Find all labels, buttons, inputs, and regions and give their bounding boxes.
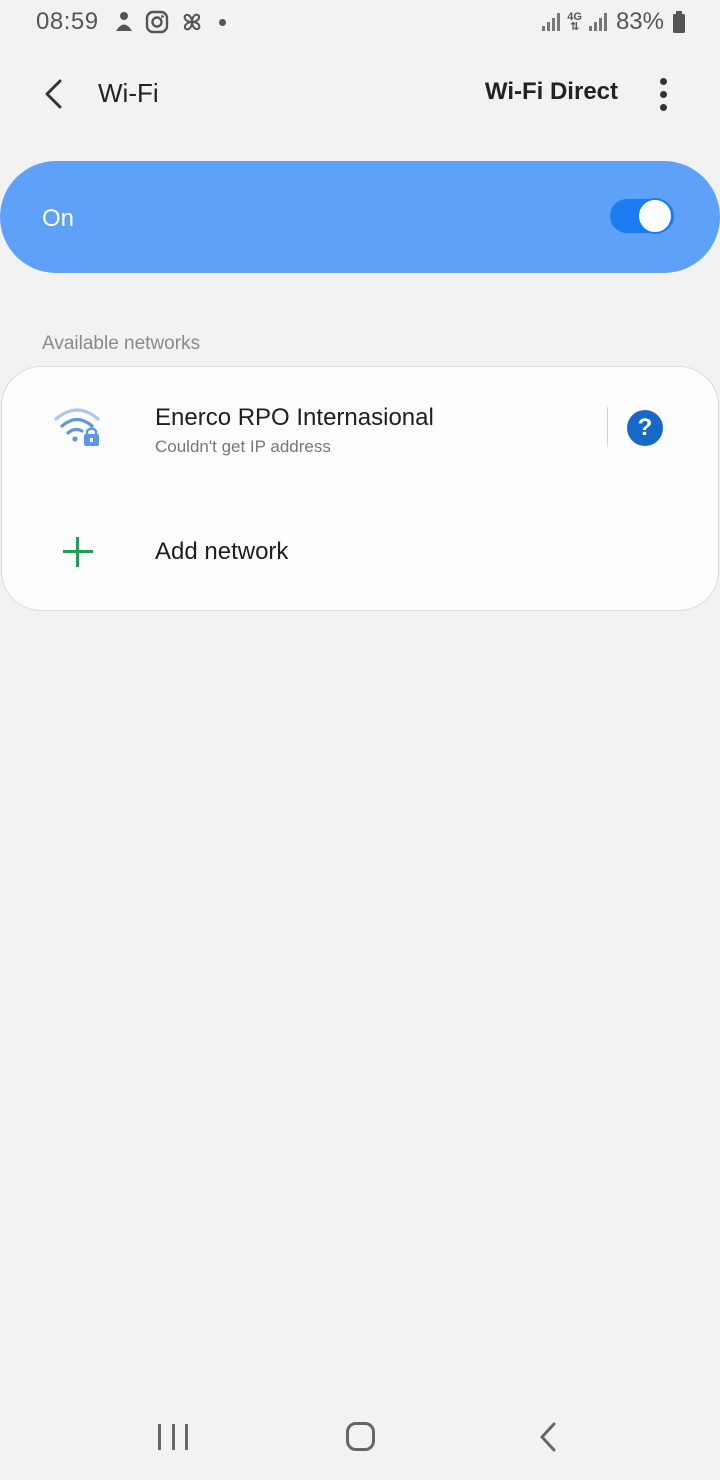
recents-button[interactable] bbox=[158, 1424, 188, 1450]
wifi-state-label: On bbox=[42, 205, 75, 232]
nav-back-icon bbox=[540, 1422, 556, 1452]
nav-back-button[interactable] bbox=[536, 1420, 560, 1459]
status-left: 08:59 bbox=[36, 8, 226, 36]
home-button[interactable] bbox=[346, 1422, 375, 1451]
wifi-master-switch-bar[interactable]: On bbox=[0, 161, 720, 273]
more-options-button[interactable] bbox=[648, 72, 678, 116]
divider bbox=[607, 407, 608, 447]
instagram-icon bbox=[145, 10, 169, 34]
page-title: Wi-Fi bbox=[98, 78, 159, 108]
battery-percentage: 83% bbox=[615, 8, 664, 35]
more-dot bbox=[659, 90, 667, 98]
recents-bar bbox=[185, 1424, 188, 1450]
add-network-item[interactable]: Add network bbox=[2, 492, 720, 610]
signal-icon bbox=[541, 12, 561, 32]
network-status: Couldn't get IP address bbox=[155, 437, 331, 456]
wifi-locked-icon bbox=[52, 405, 104, 454]
network-help-button[interactable]: ? bbox=[627, 410, 663, 446]
available-networks-heading: Available networks bbox=[42, 333, 201, 354]
back-arrow-icon bbox=[45, 79, 62, 109]
network-item[interactable]: Enerco RPO Internasional Couldn't get IP… bbox=[2, 367, 720, 489]
question-icon: ? bbox=[637, 414, 653, 441]
battery-icon bbox=[672, 11, 686, 33]
status-bar: 08:59 4G ⇅ 83% bbox=[0, 0, 720, 44]
wifi-direct-button[interactable]: Wi-Fi Direct bbox=[485, 78, 618, 106]
network-name: Enerco RPO Internasional bbox=[155, 404, 434, 431]
network-type-text: 4G bbox=[567, 11, 582, 23]
more-dot bbox=[659, 103, 667, 111]
signal-icon-2 bbox=[588, 12, 608, 32]
notification-app-icon bbox=[113, 10, 135, 34]
back-button[interactable] bbox=[32, 72, 76, 116]
networks-list: Enerco RPO Internasional Couldn't get IP… bbox=[1, 366, 719, 611]
wifi-toggle-switch[interactable] bbox=[610, 198, 674, 234]
toggle-knob bbox=[637, 198, 673, 234]
more-dot bbox=[659, 77, 667, 85]
navigation-bar bbox=[0, 1400, 720, 1480]
recents-bar bbox=[158, 1424, 161, 1450]
add-network-label: Add network bbox=[155, 538, 289, 565]
app-bar: Wi-Fi Wi-Fi Direct bbox=[0, 56, 720, 128]
status-time: 08:59 bbox=[36, 8, 99, 35]
status-right: 4G ⇅ 83% bbox=[541, 8, 686, 36]
pinwheel-icon bbox=[179, 9, 205, 35]
plus-icon bbox=[63, 537, 93, 567]
network-type-label: 4G ⇅ bbox=[567, 11, 582, 33]
more-notifications-dot bbox=[218, 18, 226, 26]
recents-bar bbox=[171, 1424, 175, 1450]
